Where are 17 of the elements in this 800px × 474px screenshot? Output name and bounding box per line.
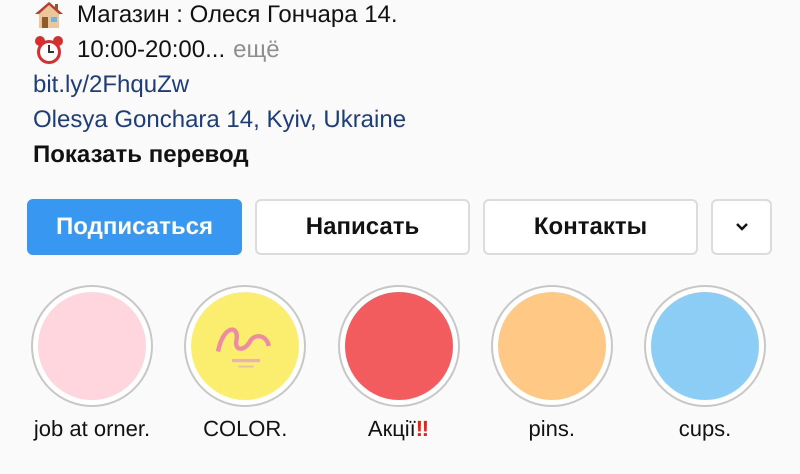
profile-button[interactable]: Написать: [255, 199, 470, 255]
hours-text: 10:00-20:00...: [77, 36, 226, 64]
chevron-down-icon: [734, 222, 748, 232]
location-link[interactable]: Olesya Gonchara 14, Kyiv, Ukraine: [33, 102, 406, 137]
highlight-title: job at orner.: [34, 416, 150, 441]
highlight-title: COLOR.: [203, 416, 288, 441]
house-icon: [33, 0, 65, 30]
show-translation-link[interactable]: Показать перевод: [33, 137, 249, 172]
highlight-title: cups.: [678, 416, 732, 441]
alarm-clock-icon: [33, 34, 65, 66]
dropdown-button[interactable]: [711, 199, 772, 255]
address-text: Магазин : Олеся Гончара 14.: [77, 0, 398, 28]
double-exclamation-mark: ‼: [416, 416, 430, 441]
highlight-title: Акції: [368, 416, 416, 441]
highlight-title: pins.: [528, 416, 575, 441]
profile-button[interactable]: Контакты: [483, 199, 698, 255]
website-link[interactable]: bit.ly/2FhquZw: [33, 67, 190, 102]
